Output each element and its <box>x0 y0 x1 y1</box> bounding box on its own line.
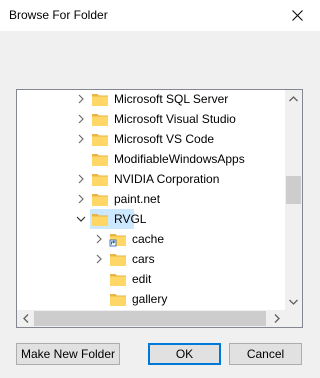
folder-icon <box>109 270 127 288</box>
scrollbar-corner <box>285 310 302 327</box>
tree-item[interactable]: cache <box>17 229 285 249</box>
tree-item-label: NVIDIA Corporation <box>114 172 220 186</box>
chevron-right-icon[interactable] <box>73 111 89 127</box>
tree-item[interactable]: Microsoft VS Code <box>17 129 285 149</box>
folder-icon <box>91 90 109 108</box>
tree-item-label: edit <box>132 272 152 286</box>
tree-item[interactable]: Microsoft SQL Server <box>17 90 285 109</box>
tree-item-label: RVGL <box>114 212 147 226</box>
folder-tree[interactable]: Microsoft SQL Server Microsoft Visual Stu… <box>16 89 303 328</box>
window-title: Browse For Folder <box>9 8 108 22</box>
folder-icon <box>91 170 109 188</box>
chevron-left-icon <box>22 314 28 323</box>
ok-button[interactable]: OK <box>148 343 221 365</box>
tree-item[interactable]: paint.net <box>17 189 285 209</box>
scroll-right-button[interactable] <box>268 310 285 327</box>
vertical-scroll-thumb[interactable] <box>286 176 301 204</box>
close-button[interactable] <box>274 0 320 31</box>
tree-item-label: Microsoft Visual Studio <box>114 112 236 126</box>
folder-icon <box>109 290 127 308</box>
horizontal-scroll-thumb[interactable] <box>34 311 266 326</box>
make-new-folder-button[interactable]: Make New Folder <box>16 343 120 365</box>
tree-item-label: ModifiableWindowsApps <box>114 152 245 166</box>
chevron-down-icon <box>289 299 298 305</box>
horizontal-scrollbar[interactable] <box>17 310 285 327</box>
folder-icon <box>91 110 109 128</box>
folder-icon <box>91 210 109 228</box>
tree-item[interactable]: edit <box>17 269 285 289</box>
folder-icon <box>91 190 109 208</box>
tree-item-label: gallery <box>132 292 168 306</box>
tree-item[interactable]: RVGL <box>17 209 285 229</box>
tree-item-label: Microsoft SQL Server <box>114 92 229 106</box>
title-bar: Browse For Folder <box>0 0 320 31</box>
folder-shortcut-icon <box>109 230 127 248</box>
tree-item[interactable]: Microsoft Visual Studio <box>17 109 285 129</box>
cancel-button[interactable]: Cancel <box>229 343 302 365</box>
tree-item[interactable]: NVIDIA Corporation <box>17 169 285 189</box>
folder-icon <box>91 130 109 148</box>
scroll-down-button[interactable] <box>285 293 302 310</box>
chevron-right-icon[interactable] <box>73 191 89 207</box>
chevron-right-icon[interactable] <box>73 171 89 187</box>
chevron-right-icon[interactable] <box>91 231 107 247</box>
tree-item[interactable]: cars <box>17 249 285 269</box>
tree-item-label: cars <box>132 252 155 266</box>
scroll-up-button[interactable] <box>285 90 302 107</box>
tree-item[interactable]: ModifiableWindowsApps <box>17 149 285 169</box>
chevron-right-icon[interactable] <box>91 251 107 267</box>
tree-item-label: Microsoft VS Code <box>114 132 215 146</box>
chevron-right-icon[interactable] <box>73 131 89 147</box>
browse-for-folder-dialog: Browse For Folder Microsoft SQL Server Mi… <box>0 0 320 378</box>
close-icon <box>291 10 303 21</box>
tree-item-label: cache <box>132 232 165 246</box>
vertical-scrollbar[interactable] <box>285 90 302 310</box>
tree-item-label: paint.net <box>114 192 161 206</box>
folder-tree-viewport: Microsoft SQL Server Microsoft Visual Stu… <box>17 90 285 310</box>
scroll-left-button[interactable] <box>17 310 34 327</box>
chevron-right-icon <box>274 314 280 323</box>
folder-icon <box>91 150 109 168</box>
tree-item[interactable]: gallery <box>17 289 285 309</box>
chevron-up-icon <box>289 95 298 101</box>
chevron-down-icon[interactable] <box>73 211 89 227</box>
chevron-right-icon[interactable] <box>73 91 89 107</box>
folder-icon <box>109 250 127 268</box>
